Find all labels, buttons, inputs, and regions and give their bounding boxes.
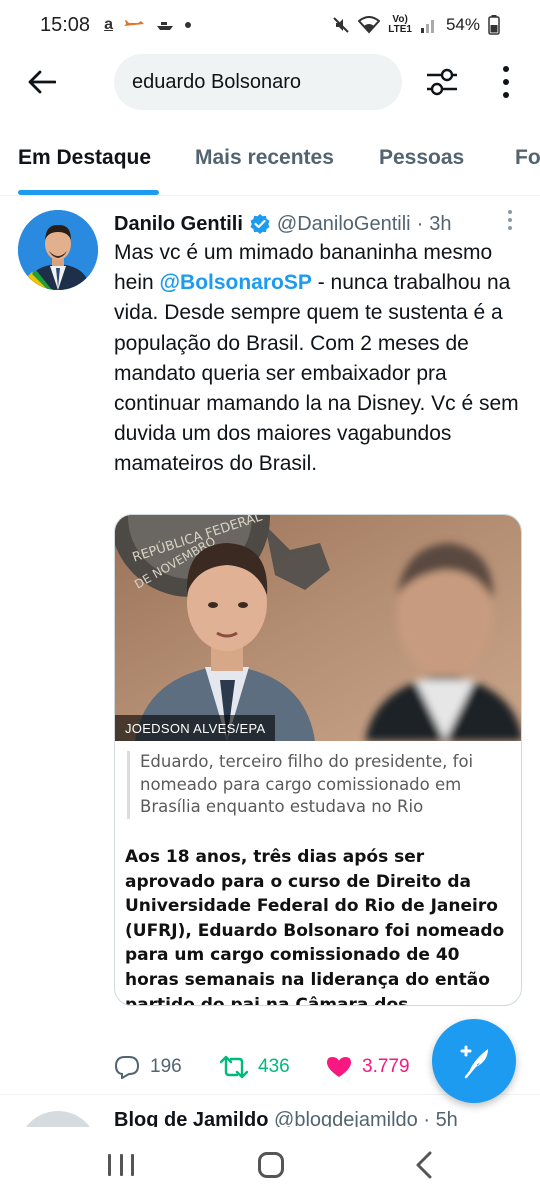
recent-apps-icon (108, 1154, 111, 1176)
like-button[interactable]: 3.779 (326, 1055, 436, 1079)
arrow-left-icon (28, 70, 56, 94)
reply-button[interactable]: 196 (114, 1055, 220, 1079)
battery-percent: 54% (445, 15, 480, 34)
photo-caption: Eduardo, terceiro filho do presidente, f… (127, 751, 511, 819)
signal-icon (420, 20, 434, 33)
home-button[interactable] (258, 1152, 284, 1178)
status-time: 15:08 (40, 13, 91, 36)
recent-apps-button[interactable] (108, 1154, 134, 1176)
plane-icon (123, 20, 144, 26)
amazon-icon: a (104, 16, 113, 33)
article-excerpt: Aos 18 anos, três dias após ser aprovado… (125, 847, 505, 1006)
author-handle[interactable]: @blogdejamildo (274, 1109, 418, 1127)
avatar[interactable] (18, 1111, 98, 1127)
more-options-button[interactable] (492, 62, 520, 102)
notification-icons: a (104, 16, 191, 34)
more-dot-icon (503, 92, 509, 98)
status-right: Vo) LTE1 54% (332, 15, 500, 35)
reply-icon (114, 1056, 140, 1079)
photo-credit: JOEDSON ALVES/EPA (115, 715, 276, 741)
more-dot-icon (508, 210, 512, 214)
like-count: 3.779 (362, 1056, 410, 1077)
heart-icon (327, 1057, 351, 1077)
search-header: eduardo Bolsonaro (0, 52, 540, 114)
search-input[interactable]: eduardo Bolsonaro (114, 54, 402, 110)
mention-link[interactable]: @BolsonaroSP (160, 271, 312, 294)
lte-label: LTE1 (388, 24, 412, 35)
tweet-header: Danilo Gentili @DaniloGentili · 3h (114, 210, 524, 238)
tweet-time[interactable]: 5h (436, 1109, 458, 1127)
more-dot-icon (508, 218, 512, 222)
more-dot-icon (508, 226, 512, 230)
news-photo-image: REPÚBLICA FEDERAL DE NOVEMBRO (115, 515, 521, 741)
tweet-time[interactable]: 3h (429, 213, 451, 236)
verified-badge-icon (249, 213, 271, 235)
recent-apps-icon (131, 1154, 134, 1176)
tweet-text: Mas vc é um mimado bananinha mesmo hein … (114, 238, 524, 480)
status-bar: 15:08 a Vo) LTE1 54% (0, 0, 540, 50)
dot-icon (184, 22, 191, 28)
search-query: eduardo Bolsonaro (132, 70, 302, 93)
more-dot-icon (503, 79, 509, 85)
battery-icon (488, 15, 500, 35)
news-photo[interactable]: REPÚBLICA FEDERAL DE NOVEMBRO JOEDSON AL… (115, 515, 521, 741)
tweet-header: Blog de Jamildo @blogdejamildo · 5h (114, 1109, 458, 1127)
wifi-icon (358, 16, 381, 34)
author-name[interactable]: Blog de Jamildo (114, 1109, 268, 1127)
media-card[interactable]: REPÚBLICA FEDERAL DE NOVEMBRO JOEDSON AL… (114, 514, 522, 1006)
boat-icon (156, 22, 173, 30)
feather-plus-icon (460, 1045, 488, 1079)
author-handle[interactable]: @DaniloGentili (277, 213, 411, 236)
search-tabs: Em Destaque Mais recentes Pessoas Fo (0, 138, 540, 196)
volte-indicator: Vo) LTE1 (388, 15, 412, 35)
tab-em-destaque[interactable]: Em Destaque (18, 146, 151, 170)
system-nav-bar (0, 1130, 540, 1200)
back-nav-button[interactable] (412, 1150, 436, 1180)
recent-apps-icon (119, 1154, 123, 1176)
avatar-portrait (18, 210, 98, 290)
tweet-text-after: - nunca trabalhou na vida. Desde sempre … (114, 271, 519, 476)
tab-pessoas[interactable]: Pessoas (379, 146, 464, 170)
more-dot-icon (503, 66, 509, 72)
author-name[interactable]: Danilo Gentili (114, 213, 243, 236)
avatar[interactable] (18, 210, 98, 290)
sliders-icon (427, 68, 457, 96)
retweet-count: 436 (258, 1056, 290, 1077)
search-filter-button[interactable] (422, 62, 462, 102)
reply-count: 196 (150, 1056, 182, 1077)
active-tab-indicator (18, 190, 159, 195)
tweet-options-button[interactable] (504, 210, 516, 230)
tab-fotos[interactable]: Fo (515, 146, 540, 170)
retweet-button[interactable]: 436 (220, 1055, 326, 1079)
compose-tweet-button[interactable] (432, 1019, 516, 1103)
tab-mais-recentes[interactable]: Mais recentes (195, 146, 334, 170)
mute-icon (333, 17, 349, 33)
retweet-icon (220, 1055, 248, 1079)
meta-separator: · (423, 1109, 430, 1127)
meta-separator: · (416, 212, 424, 235)
back-button[interactable] (24, 64, 60, 100)
